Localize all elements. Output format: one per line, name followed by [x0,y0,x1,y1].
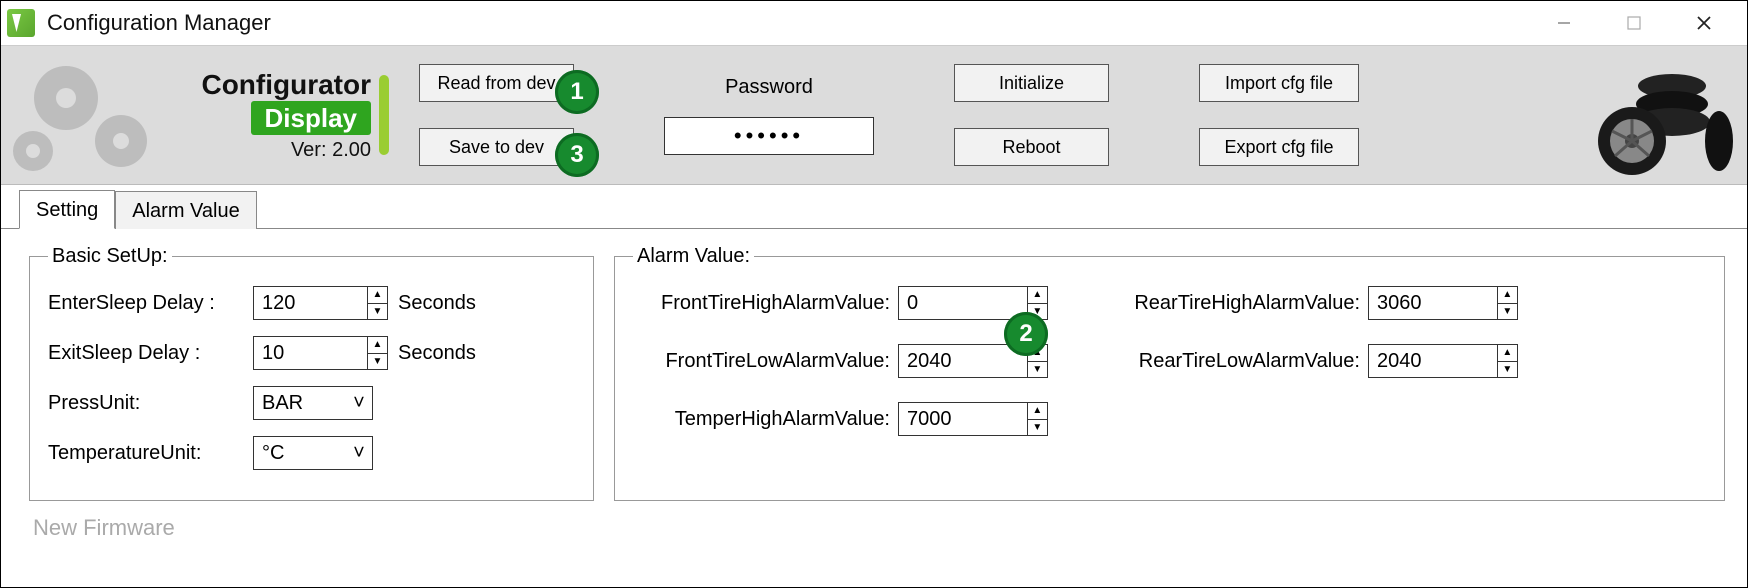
rear-high-input[interactable] [1369,287,1497,319]
save-to-dev-button[interactable]: Save to dev [419,128,574,166]
app-icon [7,9,35,37]
seconds-label: Seconds [388,292,478,315]
password-input[interactable] [664,117,874,155]
spin-down-icon[interactable]: ▼ [1028,362,1047,378]
brand-accent-bar [379,75,389,155]
temp-unit-combo[interactable]: °C ˅ [253,436,373,470]
spin-up-icon[interactable]: ▲ [1028,403,1047,420]
brand-title: Configurator [21,69,371,101]
basic-setup-group: Basic SetUp: EnterSleep Delay : ▲▼ Secon… [29,245,594,501]
spin-up-icon[interactable]: ▲ [368,287,387,304]
new-firmware-label: New Firmware [1,501,1747,541]
seconds-label-2: Seconds [388,342,478,365]
callout-1: 1 [555,70,599,114]
brand-block: Configurator Display Ver: 2.00 [21,69,371,162]
basic-setup-legend: Basic SetUp: [48,245,172,268]
brand-version: Ver: 2.00 [21,139,371,162]
front-low-label: FrontTireLowAlarmValue: [633,350,898,373]
exit-sleep-stepper[interactable]: ▲▼ [253,336,388,370]
read-from-dev-button[interactable]: Read from dev [419,64,574,102]
rear-high-label: RearTireHighAlarmValue: [1108,292,1368,315]
chevron-down-icon: ˅ [346,392,372,415]
temper-high-label: TemperHighAlarmValue: [633,408,898,431]
rear-low-input[interactable] [1369,345,1497,377]
press-unit-label: PressUnit: [48,392,253,415]
tires-icon [1577,56,1737,176]
spin-down-icon[interactable]: ▼ [368,304,387,320]
export-cfg-button[interactable]: Export cfg file [1199,128,1359,166]
rear-high-stepper[interactable]: ▲▼ [1368,286,1518,320]
alarm-value-group: Alarm Value: FrontTireHighAlarmValue: ▲▼… [614,245,1725,501]
chevron-down-icon: ˅ [346,442,372,465]
spin-up-icon[interactable]: ▲ [1498,287,1517,304]
spin-down-icon[interactable]: ▼ [1498,362,1517,378]
reboot-button[interactable]: Reboot [954,128,1109,166]
spin-down-icon[interactable]: ▼ [1028,420,1047,436]
rear-low-label: RearTireLowAlarmValue: [1108,350,1368,373]
exit-sleep-input[interactable] [254,337,367,369]
content-panel: Basic SetUp: EnterSleep Delay : ▲▼ Secon… [1,229,1747,501]
temper-high-stepper[interactable]: ▲▼ [898,402,1048,436]
exit-sleep-label: ExitSleep Delay : [48,342,253,365]
initialize-button[interactable]: Initialize [954,64,1109,102]
spin-up-icon[interactable]: ▲ [368,337,387,354]
enter-sleep-stepper[interactable]: ▲▼ [253,286,388,320]
rear-low-stepper[interactable]: ▲▼ [1368,344,1518,378]
spin-down-icon[interactable]: ▼ [368,354,387,370]
temper-high-input[interactable] [899,403,1027,435]
maximize-button[interactable] [1599,1,1669,45]
close-button[interactable] [1669,1,1739,45]
enter-sleep-label: EnterSleep Delay : [48,292,253,315]
press-unit-combo[interactable]: BAR ˅ [253,386,373,420]
password-label: Password [725,76,813,99]
window-title: Configuration Manager [47,10,271,36]
callout-2: 2 [1004,312,1048,356]
toolbar: Configurator Display Ver: 2.00 Read from… [1,45,1747,185]
spin-down-icon[interactable]: ▼ [1498,304,1517,320]
alarm-value-legend: Alarm Value: [633,245,754,268]
front-low-input[interactable] [899,345,1027,377]
spin-up-icon[interactable]: ▲ [1498,345,1517,362]
brand-subtitle: Display [251,101,372,135]
tab-setting[interactable]: Setting [19,190,115,229]
enter-sleep-input[interactable] [254,287,367,319]
titlebar: Configuration Manager [1,1,1747,45]
tab-alarm-value[interactable]: Alarm Value [115,191,256,229]
press-unit-value: BAR [262,392,303,415]
minimize-button[interactable] [1529,1,1599,45]
temp-unit-value: °C [262,442,284,465]
tab-strip: Setting Alarm Value [1,185,1747,229]
temp-unit-label: TemperatureUnit: [48,442,253,465]
import-cfg-button[interactable]: Import cfg file [1199,64,1359,102]
front-high-label: FrontTireHighAlarmValue: [633,292,898,315]
front-high-input[interactable] [899,287,1027,319]
callout-3: 3 [555,133,599,177]
spin-up-icon[interactable]: ▲ [1028,287,1047,304]
window-controls [1529,1,1739,45]
